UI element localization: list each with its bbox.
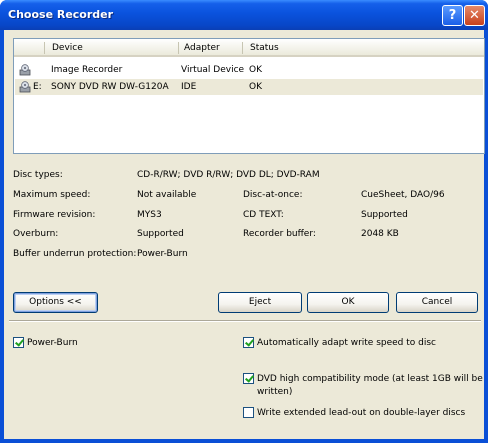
dao-value: CueSheet, DAO/96 — [361, 190, 445, 200]
recorder-list[interactable]: Device Adapter Status Image Recorder Vir… — [13, 38, 485, 154]
adapter-name: Virtual Device — [181, 65, 245, 75]
close-icon: ✕ — [469, 8, 480, 23]
device-status: OK — [249, 82, 262, 92]
dvd-drive-icon — [19, 81, 31, 93]
device-status: OK — [249, 65, 262, 75]
close-button[interactable]: ✕ — [464, 5, 485, 26]
list-item[interactable]: Image Recorder Virtual Device OK — [15, 62, 483, 78]
firmware-label: Firmware revision: — [13, 210, 96, 220]
title-bar[interactable]: Choose Recorder ? ✕ — [0, 0, 488, 30]
disc-types-value: CD-R/RW; DVD R/RW; DVD DL; DVD-RAM — [137, 170, 320, 180]
overburn-label: Overburn: — [13, 229, 59, 239]
overburn-value: Supported — [137, 229, 184, 239]
image-recorder-icon — [19, 64, 31, 76]
column-separator[interactable] — [44, 42, 45, 54]
options-button[interactable]: Options << — [13, 292, 98, 313]
column-status[interactable]: Status — [250, 43, 279, 53]
power-burn-label[interactable]: Power-Burn — [27, 338, 78, 348]
dialog-window: Choose Recorder ? ✕ Device Adapter Statu… — [0, 0, 488, 443]
dialog-body: Device Adapter Status Image Recorder Vir… — [4, 30, 485, 439]
buffer-underrun-value: Power-Burn — [137, 249, 188, 259]
list-item[interactable]: E: SONY DVD RW DW-G120A IDE OK — [15, 79, 483, 95]
buffer-underrun-label: Buffer underrun protection: — [13, 249, 137, 259]
cdtext-label: CD TEXT: — [243, 210, 284, 220]
max-speed-label: Maximum speed: — [13, 190, 91, 200]
help-icon: ? — [448, 8, 457, 23]
column-device[interactable]: Device — [52, 43, 83, 53]
auto-adapt-speed-label[interactable]: Automatically adapt write speed to disc — [257, 338, 436, 348]
dvd-compat-label[interactable]: DVD high compatibility mode (at least 1G… — [257, 374, 483, 384]
eject-button[interactable]: Eject — [218, 292, 302, 313]
dao-label: Disc-at-once: — [243, 190, 303, 200]
list-header: Device Adapter Status — [14, 39, 484, 57]
window-frame-bottom — [0, 439, 488, 443]
cancel-button[interactable]: Cancel — [396, 292, 478, 313]
extended-leadout-label[interactable]: Write extended lead-out on double-layer … — [257, 408, 465, 418]
section-divider — [9, 320, 481, 322]
recorder-buffer-value: 2048 KB — [361, 229, 399, 239]
cdtext-value: Supported — [361, 210, 408, 220]
device-name: Image Recorder — [51, 65, 123, 75]
max-speed-value: Not available — [137, 190, 197, 200]
recorder-buffer-label: Recorder buffer: — [243, 229, 316, 239]
drive-letter: E: — [33, 82, 42, 92]
firmware-value: MYS3 — [137, 210, 162, 220]
disc-types-label: Disc types: — [13, 170, 63, 180]
column-separator[interactable] — [178, 42, 179, 54]
dvd-compat-checkbox[interactable] — [243, 373, 254, 384]
device-name: SONY DVD RW DW-G120A — [51, 82, 169, 92]
help-button[interactable]: ? — [442, 5, 463, 26]
ok-button[interactable]: OK — [307, 292, 389, 313]
dvd-compat-label-line2[interactable]: written) — [257, 387, 292, 397]
adapter-name: IDE — [181, 82, 197, 92]
power-burn-checkbox[interactable] — [13, 337, 24, 348]
column-separator[interactable] — [242, 42, 243, 54]
column-adapter[interactable]: Adapter — [184, 43, 220, 53]
auto-adapt-speed-checkbox[interactable] — [243, 337, 254, 348]
window-title: Choose Recorder — [8, 8, 114, 21]
extended-leadout-checkbox[interactable] — [243, 407, 254, 418]
